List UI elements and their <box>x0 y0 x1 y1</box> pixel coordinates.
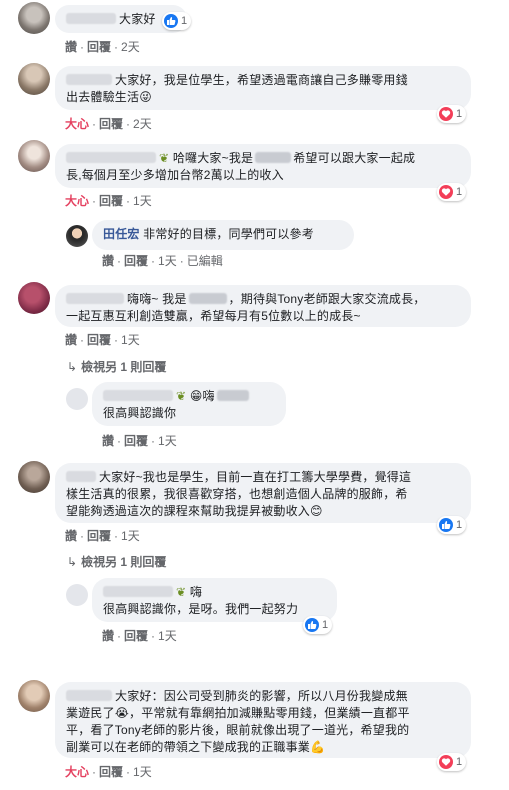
reply-button[interactable]: 回覆 <box>124 434 148 448</box>
blurred-commenter-name[interactable] <box>66 690 112 701</box>
reply-bubble: ❦ 嗨 很高興認識你，是呀。我們一起努力 <box>92 578 337 622</box>
love-reaction-icon <box>439 185 453 199</box>
comment-actions: 讚 · 回覆 · 2天 <box>65 40 140 54</box>
timestamp[interactable]: 1天 <box>158 254 177 268</box>
like-button[interactable]: 讚 <box>102 434 114 448</box>
commenter-avatar[interactable] <box>18 461 50 493</box>
sprout-icon: ❦ <box>176 389 187 403</box>
like-button[interactable]: 讚 <box>102 629 114 643</box>
reply-actions: 讚 · 回覆 · 1天 <box>102 629 177 643</box>
emoji: 😜 <box>139 90 152 104</box>
comment-text: 大家好 <box>119 12 156 26</box>
comment-bubble: 大家好：因公司受到肺炎的影響，所以八月份我變成無 業遊民了😭，平常就有靠網拍加減… <box>55 682 471 758</box>
comment-actions: 大心 · 回覆 · 2天 <box>65 117 152 131</box>
love-reaction-icon <box>439 755 453 769</box>
comment-bubble: 大家好~我也是學生，目前一直在打工籌大學學費，覺得這 樣生活真的很累，我很喜歡穿… <box>55 463 471 523</box>
reply-actions: 讚 · 回覆 · 1天 <box>102 434 177 448</box>
reaction-count[interactable]: 1 <box>437 183 467 201</box>
reaction-count[interactable]: 1 <box>437 516 467 534</box>
reply-button[interactable]: 回覆 <box>124 254 148 268</box>
like-button[interactable]: 讚 <box>102 254 114 268</box>
love-button[interactable]: 大心 <box>65 194 89 208</box>
replier-avatar[interactable] <box>66 225 88 247</box>
reply-button[interactable]: 回覆 <box>99 765 123 779</box>
like-reaction-icon <box>439 518 453 532</box>
like-button[interactable]: 讚 <box>65 40 77 54</box>
sprout-icon: ❦ <box>176 585 187 599</box>
blurred-name <box>216 390 249 401</box>
reply-button[interactable]: 回覆 <box>124 629 148 643</box>
sprout-icon: ❦ <box>159 151 170 165</box>
emoji: 😊 <box>310 504 323 518</box>
like-button[interactable]: 讚 <box>65 529 77 543</box>
replier-avatar[interactable] <box>66 584 88 606</box>
reaction-count[interactable]: 1 <box>303 616 333 634</box>
commenter-avatar[interactable] <box>18 140 50 172</box>
reply-button[interactable]: 回覆 <box>87 333 111 347</box>
commenter-avatar[interactable] <box>18 2 50 34</box>
timestamp[interactable]: 1天 <box>121 333 140 347</box>
commenter-avatar[interactable] <box>18 680 50 712</box>
blurred-commenter-name[interactable] <box>66 293 124 304</box>
blurred-name <box>255 152 292 163</box>
reaction-count[interactable]: 1 <box>162 12 192 30</box>
timestamp[interactable]: 2天 <box>121 40 140 54</box>
love-button[interactable]: 大心 <box>65 765 89 779</box>
comment-bubble: 大家好，我是位學生，希望透過電商讓自己多賺零用錢 出去體驗生活😜 <box>55 66 471 110</box>
like-reaction-icon <box>305 618 319 632</box>
reply-button[interactable]: 回覆 <box>99 194 123 208</box>
comment-bubble: ❦ 哈囉大家~我是 希望可以跟大家一起成 長,每個月至少多增加台幣2萬以上的收入 <box>55 144 471 188</box>
view-replies-link[interactable]: ↳ 檢視另 1 則回覆 <box>67 553 166 570</box>
reply-button[interactable]: 回覆 <box>87 529 111 543</box>
comment-actions: 大心 · 回覆 · 1天 <box>65 765 152 779</box>
like-button[interactable]: 讚 <box>65 333 77 347</box>
like-reaction-icon <box>164 14 178 28</box>
reply-arrow-icon: ↳ <box>67 555 78 569</box>
blurred-commenter-name[interactable] <box>66 471 96 482</box>
timestamp[interactable]: 1天 <box>121 529 140 543</box>
blurred-commenter-name[interactable] <box>66 74 112 85</box>
edited-label[interactable]: 已編輯 <box>187 254 223 268</box>
blurred-commenter-name[interactable] <box>66 13 116 24</box>
reply-bubble: ❦ 😁嗨 很高興認識你 <box>92 382 286 426</box>
view-replies-link[interactable]: ↳ 檢視另 1 則回覆 <box>67 358 166 375</box>
reply-bubble: 田任宏 非常好的目標，同學們可以參考 <box>92 220 354 250</box>
timestamp[interactable]: 1天 <box>158 629 177 643</box>
timestamp[interactable]: 2天 <box>133 117 152 131</box>
blurred-replier-name[interactable] <box>103 586 173 597</box>
blurred-name <box>188 293 227 304</box>
love-reaction-icon <box>439 107 453 121</box>
reaction-count[interactable]: 1 <box>437 753 467 771</box>
comment-actions: 大心 · 回覆 · 1天 <box>65 194 152 208</box>
replier-name[interactable]: 田任宏 <box>103 227 140 241</box>
comment-actions: 讚 · 回覆 · 1天 <box>65 333 140 347</box>
timestamp[interactable]: 1天 <box>133 194 152 208</box>
blurred-replier-name[interactable] <box>103 390 173 401</box>
commenter-avatar[interactable] <box>18 282 50 314</box>
commenter-avatar[interactable] <box>18 63 50 95</box>
timestamp[interactable]: 1天 <box>158 434 177 448</box>
reply-actions: 讚 · 回覆 · 1天 · 已編輯 <box>102 254 223 268</box>
comment-bubble: 嗨嗨~ 我是 ，期待與Tony老師跟大家交流成長， 一起互惠互利創造雙贏，希望每月… <box>55 285 471 327</box>
reply-button[interactable]: 回覆 <box>99 117 123 131</box>
blurred-commenter-name[interactable] <box>66 152 156 163</box>
comment-actions: 讚 · 回覆 · 1天 <box>65 529 140 543</box>
reply-button[interactable]: 回覆 <box>87 40 111 54</box>
reaction-count[interactable]: 1 <box>437 105 467 123</box>
replier-avatar[interactable] <box>66 388 88 410</box>
timestamp[interactable]: 1天 <box>133 765 152 779</box>
love-button[interactable]: 大心 <box>65 117 89 131</box>
reply-arrow-icon: ↳ <box>67 360 78 374</box>
